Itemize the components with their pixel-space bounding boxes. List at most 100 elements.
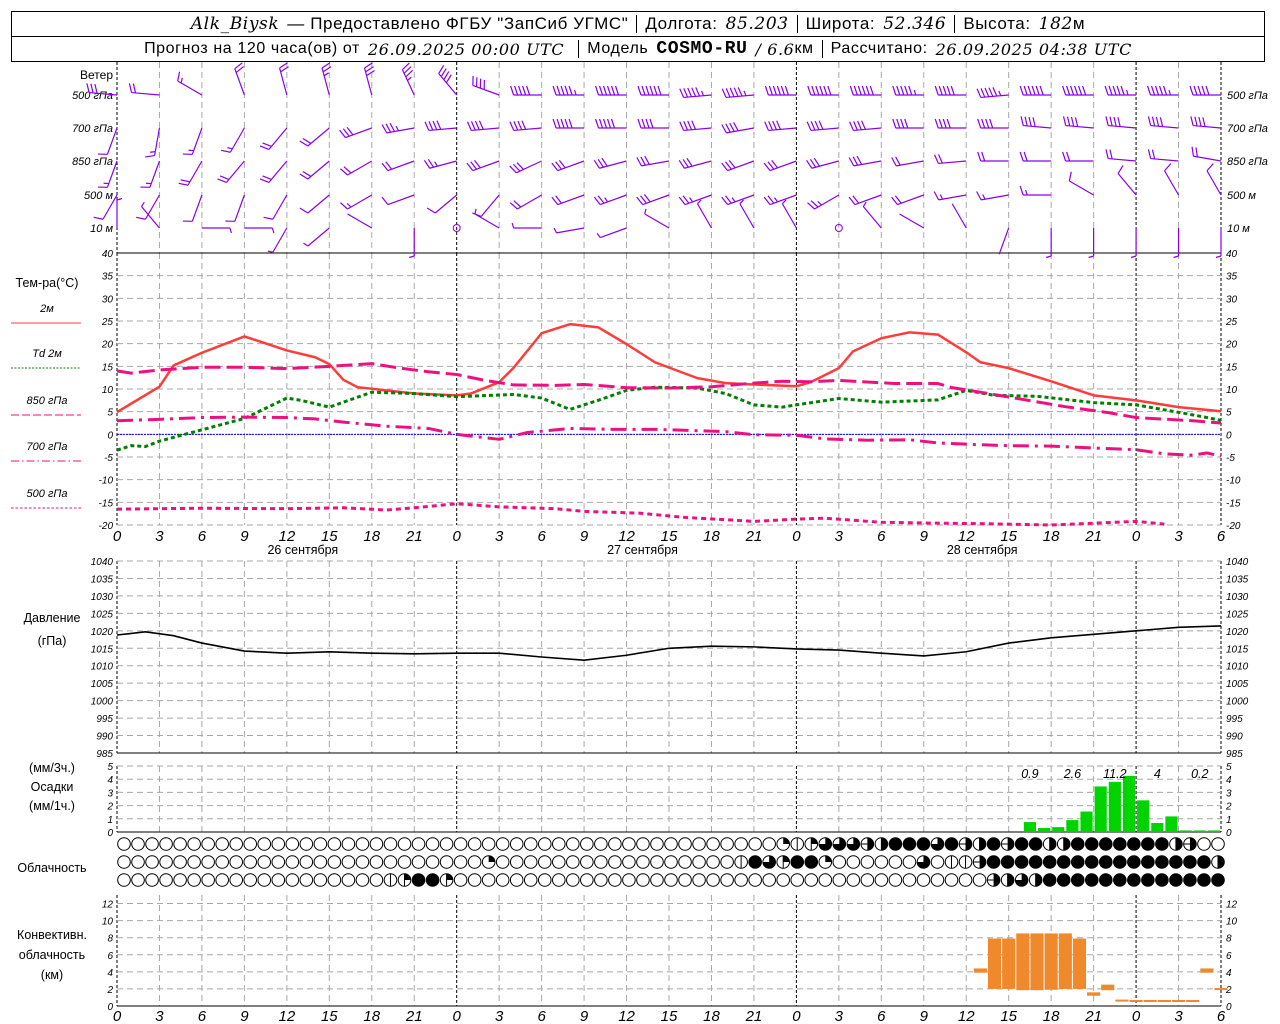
- cloud-symbol: [551, 855, 566, 869]
- cloud-symbol: [1014, 855, 1029, 869]
- precip-3h-total: 0.9: [1021, 767, 1038, 781]
- wind-barb: [721, 122, 755, 134]
- y-tick-right: 35: [1226, 272, 1238, 283]
- wind-barb: [1019, 151, 1052, 162]
- cloud-symbol: [1113, 837, 1127, 851]
- series-line-t500: [116, 502, 1165, 527]
- cloud-symbol: [860, 873, 875, 887]
- y-tick-right: 1040: [1226, 557, 1249, 568]
- wind-barb: [299, 194, 330, 214]
- cloud-symbol: [243, 837, 258, 851]
- x-tick-label-bottom: 0: [792, 1008, 801, 1024]
- precip-bar: [1179, 830, 1192, 832]
- y-tick-left: 4: [107, 968, 113, 979]
- legend-label: 2м: [39, 303, 54, 315]
- y-tick-right: 2: [1225, 802, 1232, 813]
- precip-label: Осадки: [31, 780, 74, 794]
- cloud-symbol: [580, 873, 594, 887]
- wind-barb: [636, 155, 670, 167]
- wind-barb: [594, 118, 627, 129]
- cloud-symbol: [1098, 837, 1113, 851]
- convective-bar: [1115, 999, 1129, 1002]
- cloud-symbol: [1070, 837, 1085, 851]
- y-tick-left: 1025: [91, 609, 114, 620]
- wind-barb: [1062, 116, 1094, 129]
- x-tick-label: 18: [703, 528, 720, 545]
- convective-bar: [1058, 933, 1072, 989]
- wind-barb: [721, 160, 755, 172]
- wind-barb: [781, 199, 797, 229]
- wind-barb: [1068, 171, 1094, 196]
- x-tick-label: 9: [240, 528, 249, 545]
- cloud-symbol: [804, 855, 819, 869]
- y-tick-right: 1030: [1226, 592, 1249, 603]
- cloud-symbol: [257, 837, 272, 851]
- cloud-fill: [1175, 837, 1183, 851]
- wind-barb: [472, 75, 500, 96]
- wind-barb: [1189, 85, 1221, 96]
- y-tick-right: 1: [1226, 815, 1232, 826]
- y-tick-left: 0: [107, 828, 113, 839]
- cloud-symbol: [411, 837, 426, 851]
- cloud-symbol: [832, 873, 847, 887]
- x-tick-label: 3: [495, 528, 504, 545]
- wind-barb: [1105, 116, 1137, 129]
- y-tick-left: 10: [102, 917, 114, 928]
- y-tick-left: 5: [107, 762, 113, 773]
- cloud-symbol: [495, 873, 510, 887]
- cloud-symbol: [229, 873, 244, 887]
- cloud-symbol: [608, 873, 622, 887]
- cloud-symbol: [383, 855, 398, 869]
- convective-bar: [1101, 984, 1115, 991]
- cloud-symbol: [622, 873, 636, 887]
- x-tick-label-bottom: 6: [198, 1008, 207, 1024]
- cloud-symbol: [944, 873, 959, 887]
- y-tick-left: 3: [107, 788, 113, 799]
- wind-barb: [381, 194, 415, 206]
- cloud-symbol: [1000, 855, 1015, 869]
- precip-bar: [1052, 827, 1065, 832]
- cloud-symbol: [1155, 855, 1169, 869]
- cloud-symbol: [201, 837, 215, 851]
- y-tick-left: -10: [99, 476, 114, 487]
- wind-barb: [807, 194, 840, 210]
- x-tick-label: 21: [1084, 528, 1102, 545]
- convective-bar: [1129, 1000, 1143, 1003]
- wind-barb: [1019, 185, 1052, 196]
- cloud-fill: [965, 837, 972, 851]
- cloud-symbol: [902, 837, 917, 851]
- wind-barb: [381, 160, 415, 172]
- y-tick-left: 1030: [91, 592, 114, 603]
- cloud-symbol: [692, 837, 706, 851]
- wind-barb: [976, 87, 1009, 99]
- wind-barb: [934, 85, 967, 96]
- y-tick-right: -5: [1226, 453, 1235, 464]
- wind-level-label: 700 гПа: [72, 123, 113, 135]
- cloud-symbol: [341, 837, 356, 851]
- cloud-symbol: [678, 855, 692, 869]
- cloud-symbol: [972, 873, 987, 887]
- wind-barb: [644, 208, 670, 229]
- wind-barb: [426, 194, 458, 214]
- cloud-symbol: [930, 873, 945, 887]
- wind-barb: [934, 154, 967, 165]
- cloud-symbol: [467, 837, 482, 851]
- x-tick-label: 0: [1132, 528, 1141, 545]
- cloud-symbol: [1098, 873, 1113, 887]
- x-tick-label-bottom: 18: [363, 1008, 380, 1024]
- y-tick-left: 8: [107, 934, 113, 945]
- cloud-symbol: [523, 855, 538, 869]
- precip-3h-total: 4: [1154, 767, 1161, 781]
- cloud-symbol: [173, 873, 187, 887]
- cloud-symbol: [636, 855, 650, 869]
- cloud-symbol: [523, 837, 538, 851]
- x-tick-label: 9: [580, 528, 589, 545]
- x-tick-label-bottom: 9: [580, 1008, 589, 1024]
- cloud-symbol: [1169, 873, 1183, 887]
- cloud-symbol: [664, 873, 678, 887]
- wind-barb: [849, 120, 882, 132]
- y-tick-right: 0: [1226, 828, 1232, 839]
- y-tick-right: 1010: [1226, 662, 1249, 673]
- cloud-symbol: [888, 855, 903, 869]
- y-tick-left: 1020: [91, 627, 114, 638]
